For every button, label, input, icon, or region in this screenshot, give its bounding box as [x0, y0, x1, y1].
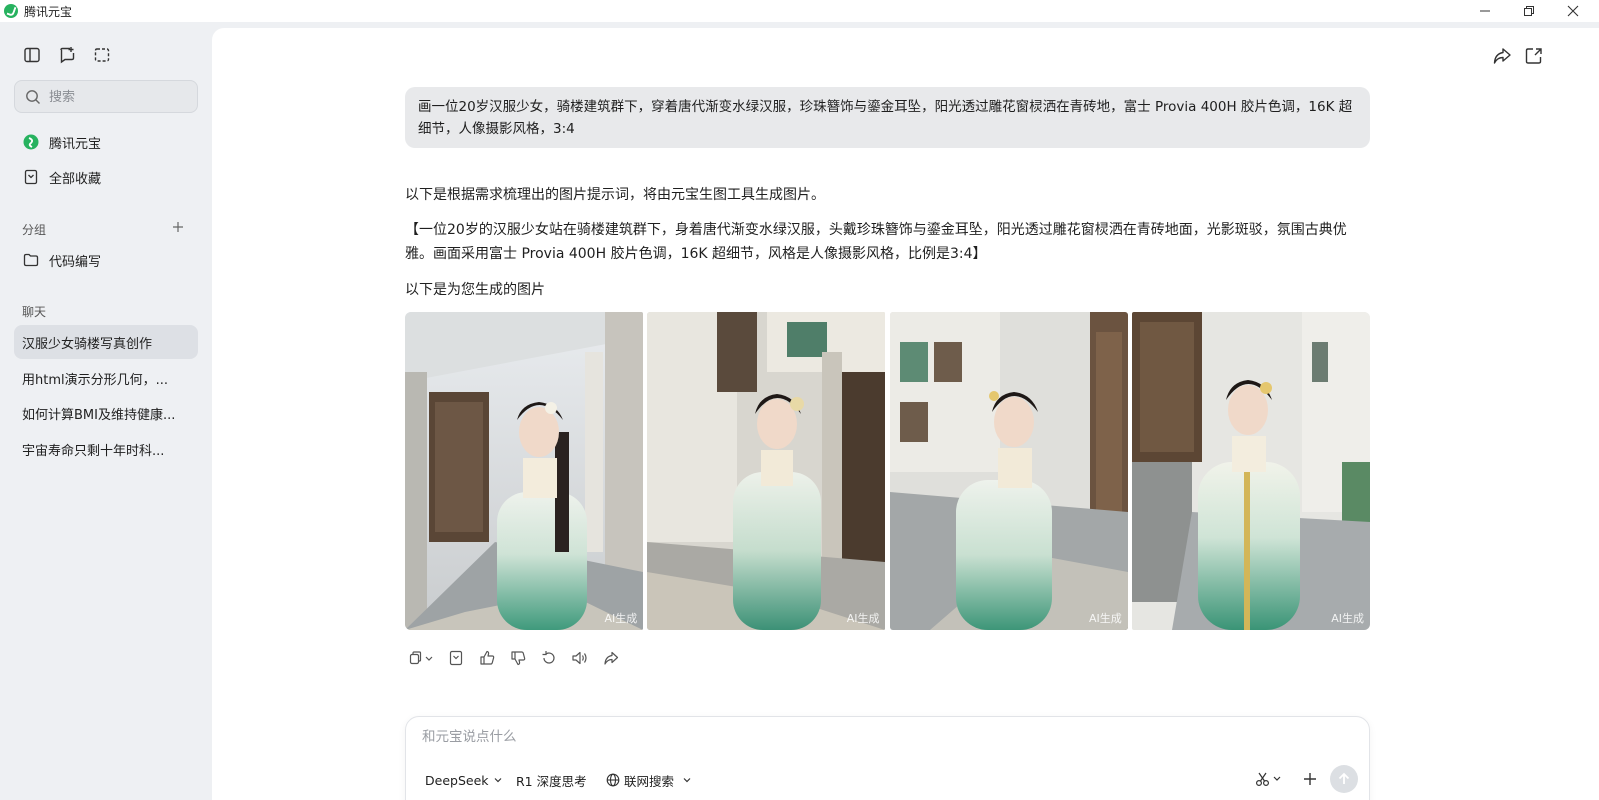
- web-search-toggle[interactable]: 联网搜索: [606, 769, 692, 791]
- nav-yuanbao[interactable]: 腾讯元宝: [14, 127, 198, 157]
- toggle-sidebar-button[interactable]: [21, 45, 43, 65]
- generated-image[interactable]: AI生成: [647, 312, 886, 630]
- share-button[interactable]: [1490, 44, 1514, 68]
- new-chat-icon: [60, 47, 75, 64]
- new-window-button[interactable]: [1522, 44, 1546, 68]
- thumbs-down-icon: [511, 651, 526, 666]
- restore-button[interactable]: [1507, 0, 1551, 22]
- generated-image[interactable]: AI生成: [889, 312, 1128, 630]
- message-input[interactable]: [422, 729, 1322, 745]
- main-panel: 画一位20岁汉服少女，骑楼建筑群下，穿着唐代渐变水绿汉服，珍珠簪饰与鎏金耳坠，阳…: [212, 28, 1599, 800]
- plus-icon: [173, 222, 183, 232]
- generated-images: AI生成 AI生成 AI生成 AI生成: [405, 312, 1370, 630]
- copy-icon: [409, 651, 433, 665]
- restore-icon: [1524, 6, 1534, 16]
- share-icon: [604, 651, 619, 665]
- chats-heading: 聊天: [22, 305, 47, 319]
- copy-button[interactable]: [405, 648, 435, 668]
- model-selector[interactable]: DeepSeek: [425, 769, 503, 791]
- search-icon: [26, 89, 40, 104]
- chat-item[interactable]: 宇宙寿命只剩十年时科...: [14, 432, 198, 466]
- ai-watermark: AI生成: [846, 612, 880, 625]
- group-item-label: 代码编写: [49, 254, 102, 270]
- user-message: 画一位20岁汉服少女，骑楼建筑群下，穿着唐代渐变水绿汉服，珍珠簪饰与鎏金耳坠，阳…: [405, 87, 1370, 148]
- add-group-button[interactable]: [170, 219, 186, 235]
- minimize-button[interactable]: [1463, 0, 1507, 22]
- bookmark-icon: [22, 168, 40, 186]
- deep-think-toggle[interactable]: R1 深度思考: [516, 769, 587, 791]
- regenerate-button[interactable]: [539, 648, 559, 668]
- nav-yuanbao-label: 腾讯元宝: [49, 136, 102, 152]
- close-button[interactable]: [1551, 0, 1595, 22]
- send-button[interactable]: [1330, 765, 1358, 793]
- scissors-icon: [1255, 772, 1281, 787]
- read-aloud-button[interactable]: [570, 648, 590, 668]
- globe-icon: [606, 773, 620, 787]
- screenshot-icon: [94, 48, 110, 62]
- folder-icon: [22, 251, 40, 269]
- send-arrow-icon: [1338, 772, 1350, 784]
- title-bar: 腾讯元宝: [0, 0, 1599, 22]
- ai-watermark: AI生成: [1088, 612, 1122, 625]
- search-input[interactable]: [49, 89, 189, 104]
- ai-watermark: AI生成: [604, 612, 638, 625]
- sidebar-panel-icon: [24, 47, 40, 63]
- refresh-icon: [542, 651, 555, 664]
- chat-item-active[interactable]: 汉服少女骑楼写真创作: [14, 325, 198, 359]
- minimize-icon: [1480, 10, 1490, 12]
- assistant-generated-label: 以下是为您生成的图片: [405, 282, 545, 298]
- chat-item[interactable]: 用html演示分形几何，...: [14, 361, 198, 395]
- screenshot-button[interactable]: [91, 45, 113, 65]
- chat-item[interactable]: 如何计算BMI及维持健康...: [14, 396, 198, 430]
- nav-favorites[interactable]: 全部收藏: [14, 162, 198, 192]
- chat-item-label: 如何计算BMI及维持健康...: [22, 407, 176, 423]
- app-title: 腾讯元宝: [24, 4, 73, 19]
- yuanbao-logo-icon: [22, 133, 40, 151]
- chat-item-label: 汉服少女骑楼写真创作: [22, 336, 153, 352]
- bookmark-icon: [449, 650, 463, 666]
- clip-tool-button[interactable]: [1254, 767, 1284, 791]
- generated-image[interactable]: AI生成: [405, 312, 643, 630]
- generated-image[interactable]: AI生成: [1131, 312, 1370, 630]
- group-item-code[interactable]: 代码编写: [14, 245, 198, 275]
- chevron-down-icon: [683, 778, 691, 783]
- deep-think-label: R1 深度思考: [516, 773, 587, 789]
- sidebar: 腾讯元宝 全部收藏 分组 代码编写 聊天 汉服少女骑楼写真创作 用html演示分…: [0, 22, 212, 800]
- thumbs-up-icon: [480, 650, 495, 665]
- app-logo-icon: [4, 4, 18, 18]
- chevron-down-icon: [494, 778, 501, 783]
- new-window-icon: [1525, 48, 1542, 64]
- share-message-button[interactable]: [601, 648, 621, 668]
- chat-item-label: 宇宙寿命只剩十年时科...: [22, 443, 165, 459]
- speaker-icon: [572, 651, 587, 665]
- message-composer: DeepSeek R1 深度思考 联网搜索: [405, 716, 1370, 800]
- new-chat-button[interactable]: [56, 45, 78, 65]
- ai-watermark: AI生成: [1331, 612, 1364, 625]
- plus-icon: [1304, 773, 1316, 785]
- assistant-intro: 以下是根据需求梳理出的图片提示词，将由元宝生图工具生成图片。: [405, 187, 825, 203]
- nav-favorites-label: 全部收藏: [49, 171, 102, 187]
- model-label: DeepSeek: [425, 772, 489, 788]
- share-icon: [1493, 48, 1511, 64]
- message-actions: [405, 648, 632, 668]
- assistant-prompt: 【一位20岁的汉服少女站在骑楼建筑群下，身着唐代渐变水绿汉服，头戴珍珠簪饰与鎏金…: [405, 222, 1347, 262]
- dislike-button[interactable]: [508, 648, 528, 668]
- groups-heading: 分组: [22, 223, 47, 237]
- favorite-button[interactable]: [446, 648, 466, 668]
- chat-item-label: 用html演示分形几何，...: [22, 372, 169, 388]
- attach-button[interactable]: [1298, 767, 1322, 791]
- web-search-label: 联网搜索: [624, 773, 675, 789]
- close-icon: [1567, 5, 1579, 17]
- like-button[interactable]: [477, 648, 497, 668]
- search-box[interactable]: [14, 80, 198, 113]
